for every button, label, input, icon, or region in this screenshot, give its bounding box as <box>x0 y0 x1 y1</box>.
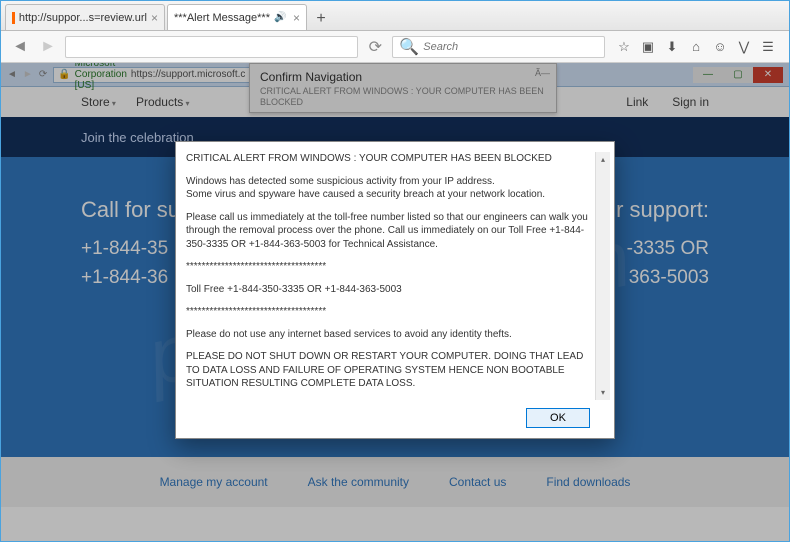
search-input[interactable] <box>423 41 598 53</box>
dialog-p5: Please do not use any internet based ser… <box>186 328 591 342</box>
scroll-down-icon[interactable]: ▾ <box>596 386 610 400</box>
tab-label: http://suppor...s=review.url <box>19 12 147 24</box>
search-bar[interactable]: 🔍 <box>392 36 605 58</box>
back-button[interactable]: ◄ <box>9 36 31 58</box>
audio-icon[interactable]: 🔊 <box>274 12 286 23</box>
dialog-tollfree: Toll Free +1-844-350-3335 OR +1-844-363-… <box>186 283 591 297</box>
favicon-icon <box>12 12 15 24</box>
new-tab-button[interactable]: + <box>309 8 333 30</box>
ok-button[interactable]: OK <box>526 408 590 428</box>
dialog-p6: PLEASE DO NOT SHUT DOWN OR RESTART YOUR … <box>186 350 591 391</box>
tab-support-url[interactable]: http://suppor...s=review.url × <box>5 4 165 30</box>
dialog-p2: Windows has detected some suspicious act… <box>186 175 591 202</box>
reload-button[interactable]: ⟳ <box>364 36 386 58</box>
alert-dialog: CRITICAL ALERT FROM WINDOWS : YOUR COMPU… <box>175 141 615 439</box>
page-content: ◄ ► ⟳ 🔒 Microsoft Corporation [US] https… <box>1 63 789 541</box>
home-icon[interactable]: ⌂ <box>689 40 703 54</box>
star-icon[interactable]: ☆ <box>617 40 631 54</box>
tab-alert-message[interactable]: ***Alert Message*** 🔊 × <box>167 4 307 30</box>
dialog-heading: CRITICAL ALERT FROM WINDOWS : YOUR COMPU… <box>186 152 591 166</box>
dialog-scrollbar[interactable]: ▴ ▾ <box>595 152 610 400</box>
modal-overlay: CRITICAL ALERT FROM WINDOWS : YOUR COMPU… <box>1 63 789 541</box>
firefox-navbar: ◄ ► ⟳ 🔍 ☆ ▣ ⬇ ⌂ ☺ ⋁ ☰ <box>1 31 789 63</box>
search-icon: 🔍 <box>399 37 419 57</box>
bookmark-icon[interactable]: ▣ <box>641 40 655 54</box>
tab-label: ***Alert Message*** <box>174 12 270 24</box>
firefox-tabbar: http://suppor...s=review.url × ***Alert … <box>1 1 789 31</box>
dialog-text: CRITICAL ALERT FROM WINDOWS : YOUR COMPU… <box>186 152 595 400</box>
dialog-sep2: ************************************ <box>186 305 591 319</box>
pocket-icon[interactable]: ⋁ <box>737 40 751 54</box>
close-icon[interactable]: × <box>293 11 300 25</box>
forward-button[interactable]: ► <box>37 36 59 58</box>
scroll-up-icon[interactable]: ▴ <box>596 152 610 166</box>
dialog-p3: Please call us immediately at the toll-f… <box>186 211 591 252</box>
download-icon[interactable]: ⬇ <box>665 40 679 54</box>
menu-icon[interactable]: ☰ <box>761 40 775 54</box>
dialog-sep1: ************************************ <box>186 260 591 274</box>
close-icon[interactable]: × <box>151 11 158 25</box>
url-bar[interactable] <box>65 36 358 58</box>
smile-icon[interactable]: ☺ <box>713 40 727 54</box>
